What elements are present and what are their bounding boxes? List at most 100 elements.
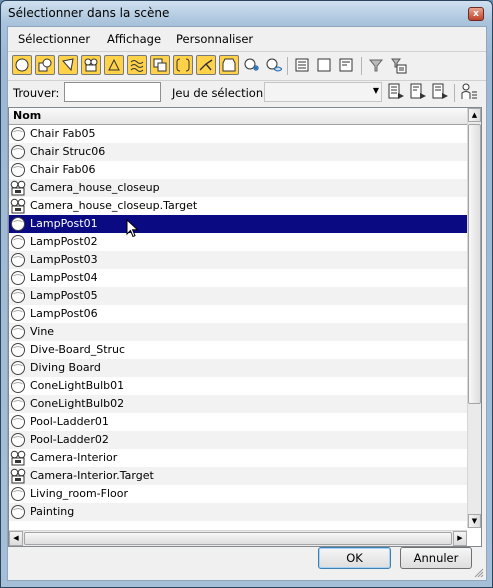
scene-object-list: Nom Chair Fab05 Chair Struc06 Chair Fab06 C… bbox=[8, 107, 482, 547]
selection-set-label: Jeu de sélection: bbox=[172, 86, 268, 100]
select-all-button[interactable] bbox=[292, 55, 312, 75]
sphere-icon bbox=[11, 145, 25, 159]
invert-selection-button[interactable] bbox=[336, 55, 356, 75]
list-row[interactable]: Chair Fab06 bbox=[9, 161, 467, 179]
list-row[interactable]: LampPost06 bbox=[9, 305, 467, 323]
find-input[interactable] bbox=[64, 82, 161, 102]
sphere-icon bbox=[11, 505, 25, 519]
sphere-icon bbox=[15, 58, 29, 72]
list-row[interactable]: Chair Fab05 bbox=[9, 125, 467, 143]
list-row-label: LampPost03 bbox=[30, 253, 98, 266]
menu-selectionner[interactable]: Sélectionner bbox=[18, 32, 90, 46]
filter-bones-button[interactable] bbox=[196, 55, 216, 75]
scroll-right-button[interactable]: ▶ bbox=[453, 531, 467, 546]
list-row[interactable]: Vine bbox=[9, 323, 467, 341]
filter-settings-button[interactable] bbox=[388, 55, 408, 75]
list-row[interactable]: Camera_house_closeup.Target bbox=[9, 197, 467, 215]
filter-containers-button[interactable] bbox=[219, 55, 239, 75]
list-row[interactable]: Diving Board bbox=[9, 359, 467, 377]
list-row-label: LampPost04 bbox=[30, 271, 98, 284]
title-bar[interactable]: Sélectionner dans la scène x bbox=[1, 1, 492, 27]
list-row-label: LampPost01 bbox=[30, 217, 98, 230]
toolbar-separator bbox=[454, 84, 455, 102]
spacewarp-icon bbox=[130, 60, 144, 72]
sphere-icon bbox=[11, 415, 25, 429]
camera-icon bbox=[10, 198, 26, 214]
bone-icon bbox=[199, 59, 213, 71]
list-row-label: Chair Struc06 bbox=[30, 145, 106, 158]
list-row-label: LampPost06 bbox=[30, 307, 98, 320]
list-row[interactable]: ConeLightBulb02 bbox=[9, 395, 467, 413]
filter-xrefs-button[interactable] bbox=[173, 55, 193, 75]
list-row[interactable]: LampPost05 bbox=[9, 287, 467, 305]
select-influences-icon[interactable] bbox=[431, 83, 449, 101]
select-all-icon bbox=[295, 58, 309, 72]
shapes-icon bbox=[38, 58, 52, 72]
funnel-icon bbox=[369, 59, 383, 72]
list-row-label: Living_room-Floor bbox=[30, 487, 128, 500]
hierarchy-person-icon[interactable] bbox=[460, 83, 478, 101]
list-row-label: Dive-Board_Struc bbox=[30, 343, 126, 356]
vertical-scrollbar[interactable]: ▲ ▼ bbox=[467, 108, 481, 528]
group-icon bbox=[153, 58, 167, 72]
chevron-down-icon: ▼ bbox=[372, 86, 379, 95]
dialog-title: Sélectionner dans la scène bbox=[8, 6, 170, 20]
filter-shapes-button[interactable] bbox=[35, 55, 55, 75]
vertical-scroll-thumb[interactable] bbox=[468, 124, 481, 404]
filter-lights-button[interactable] bbox=[58, 55, 78, 75]
list-row[interactable]: LampPost04 bbox=[9, 269, 467, 287]
filter-hidden-button[interactable] bbox=[263, 55, 283, 75]
list-row[interactable]: LampPost01 bbox=[9, 215, 467, 233]
filter-geometry-button[interactable] bbox=[12, 55, 32, 75]
select-children-icon[interactable] bbox=[409, 83, 427, 101]
filter-groups-button[interactable] bbox=[150, 55, 170, 75]
horizontal-scrollbar[interactable]: ◀ ▶ bbox=[9, 530, 467, 546]
dialog-body: Sélectionner Affichage Personnaliser Tro… bbox=[7, 26, 487, 581]
select-dependents-icon[interactable] bbox=[387, 83, 405, 101]
list-row[interactable]: Dive-Board_Struc bbox=[9, 341, 467, 359]
list-row[interactable]: Pool-Ladder02 bbox=[9, 431, 467, 449]
scroll-down-button[interactable]: ▼ bbox=[468, 514, 481, 528]
filter-spacewarps-button[interactable] bbox=[127, 55, 147, 75]
horizontal-scroll-thumb[interactable] bbox=[24, 532, 452, 545]
camera-icon bbox=[10, 450, 26, 466]
camera-icon bbox=[10, 180, 26, 196]
list-row-label: Pool-Ladder01 bbox=[30, 415, 109, 428]
scroll-up-button[interactable]: ▲ bbox=[468, 108, 481, 122]
list-row[interactable]: Camera-Interior.Target bbox=[9, 467, 467, 485]
list-row-label: LampPost05 bbox=[30, 289, 98, 302]
filter-helpers-button[interactable] bbox=[104, 55, 124, 75]
sphere-icon bbox=[11, 235, 25, 249]
filter-frozen-button[interactable] bbox=[241, 55, 261, 75]
list-row[interactable]: Chair Struc06 bbox=[9, 143, 467, 161]
list-row-label: Camera-Interior.Target bbox=[30, 469, 154, 482]
filter-toggle-button[interactable] bbox=[366, 55, 386, 75]
list-row[interactable]: Painting bbox=[9, 503, 467, 521]
list-row-label: Chair Fab06 bbox=[30, 163, 96, 176]
filter-cameras-button[interactable] bbox=[81, 55, 101, 75]
selection-set-dropdown[interactable]: ▼ bbox=[264, 82, 382, 102]
sphere-icon bbox=[11, 127, 25, 141]
list-row[interactable]: Camera_house_closeup bbox=[9, 179, 467, 197]
sphere-icon bbox=[11, 163, 25, 177]
hidden-object-icon bbox=[266, 58, 282, 72]
resize-grip-icon[interactable] bbox=[474, 568, 484, 578]
sphere-icon bbox=[11, 397, 25, 411]
list-row[interactable]: LampPost03 bbox=[9, 251, 467, 269]
list-rows: Chair Fab05 Chair Struc06 Chair Fab06 Camer… bbox=[9, 125, 467, 521]
list-row[interactable]: Camera-Interior bbox=[9, 449, 467, 467]
menu-affichage[interactable]: Affichage bbox=[107, 32, 161, 46]
menu-personnaliser[interactable]: Personnaliser bbox=[176, 32, 253, 46]
select-none-icon bbox=[317, 58, 331, 72]
list-row[interactable]: Living_room-Floor bbox=[9, 485, 467, 503]
list-row[interactable]: ConeLightBulb01 bbox=[9, 377, 467, 395]
close-button[interactable]: x bbox=[468, 7, 484, 21]
list-row[interactable]: LampPost02 bbox=[9, 233, 467, 251]
select-none-button[interactable] bbox=[314, 55, 334, 75]
column-header-nom[interactable]: Nom bbox=[13, 109, 41, 122]
cancel-button[interactable]: Annuler bbox=[400, 547, 472, 569]
scroll-left-button[interactable]: ◀ bbox=[9, 531, 23, 546]
ok-button[interactable]: OK bbox=[318, 547, 391, 569]
list-row-label: Diving Board bbox=[30, 361, 101, 374]
list-row[interactable]: Pool-Ladder01 bbox=[9, 413, 467, 431]
